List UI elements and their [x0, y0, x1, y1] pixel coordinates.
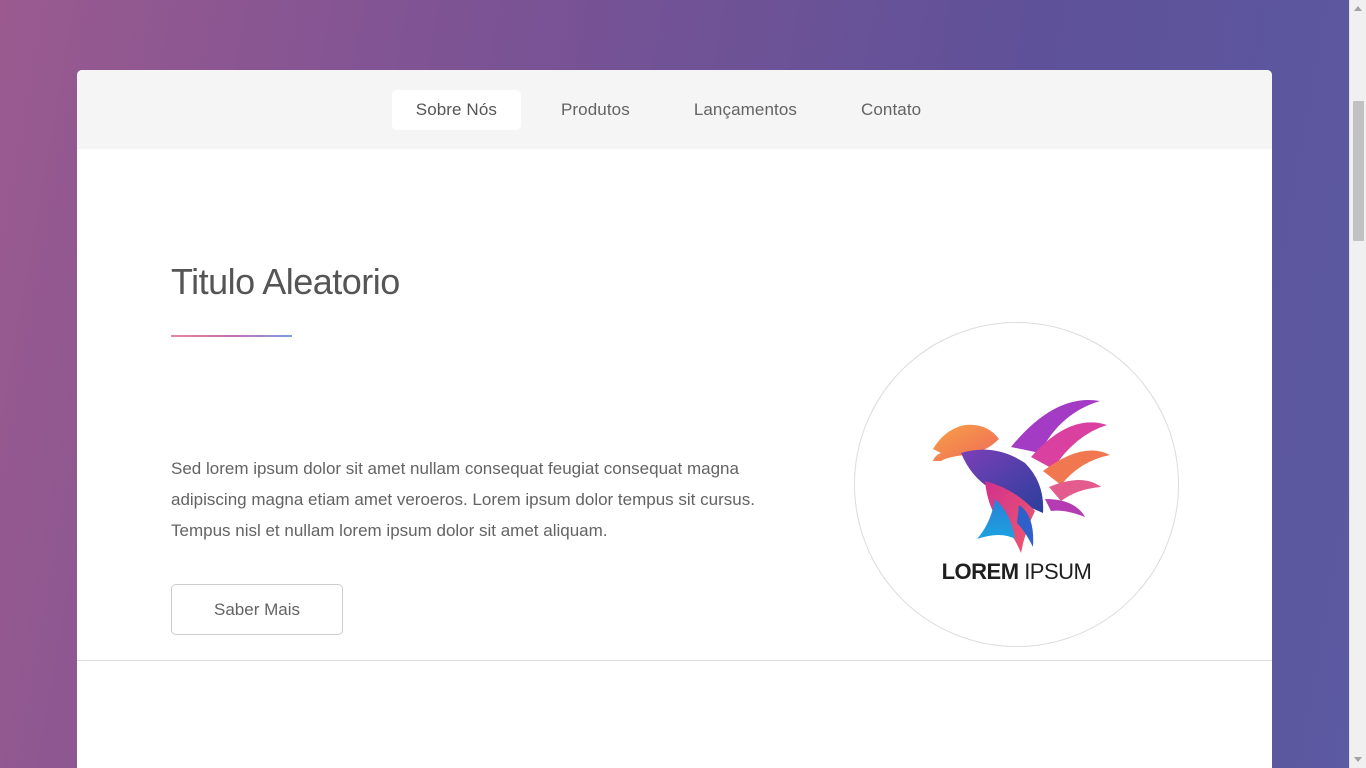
- saber-mais-button[interactable]: Saber Mais: [171, 584, 343, 635]
- main-panel: Sobre Nós Produtos Lançamentos Contato T…: [77, 70, 1272, 768]
- scroll-up-icon[interactable]: [1354, 6, 1362, 11]
- top-nav: Sobre Nós Produtos Lançamentos Contato: [77, 70, 1272, 149]
- nav-item-sobre-nos[interactable]: Sobre Nós: [391, 89, 521, 130]
- title-divider: [171, 335, 292, 337]
- nav-item-produtos[interactable]: Produtos: [537, 90, 654, 130]
- hero-paragraph-line: adipiscing magna etiam amet veroeros. Lo…: [171, 490, 755, 509]
- hero-paragraph-line: Tempus nisl et nullam lorem ipsum dolor …: [171, 521, 608, 540]
- scrollbar-thumb[interactable]: [1353, 101, 1364, 241]
- nav-item-lancamentos[interactable]: Lançamentos: [670, 90, 821, 130]
- scroll-down-icon[interactable]: [1354, 757, 1362, 762]
- hero-paragraph-line: Sed lorem ipsum dolor sit amet nullam co…: [171, 459, 739, 478]
- logo-word-light: IPSUM: [1024, 559, 1092, 584]
- page-scrollbar[interactable]: [1349, 0, 1366, 768]
- bird-icon: [933, 399, 1110, 553]
- hero-section: Titulo Aleatorio Sed lorem ipsum dolor s…: [77, 149, 1272, 661]
- logo-word-bold: LOREM: [941, 559, 1019, 584]
- hero-paragraph: Sed lorem ipsum dolor sit amet nullam co…: [171, 453, 771, 546]
- page-title: Titulo Aleatorio: [171, 261, 400, 302]
- nav-item-contato[interactable]: Contato: [837, 90, 945, 130]
- logo-wordmark: LOREM IPSUM: [855, 559, 1178, 585]
- logo-image: LOREM IPSUM: [854, 322, 1179, 647]
